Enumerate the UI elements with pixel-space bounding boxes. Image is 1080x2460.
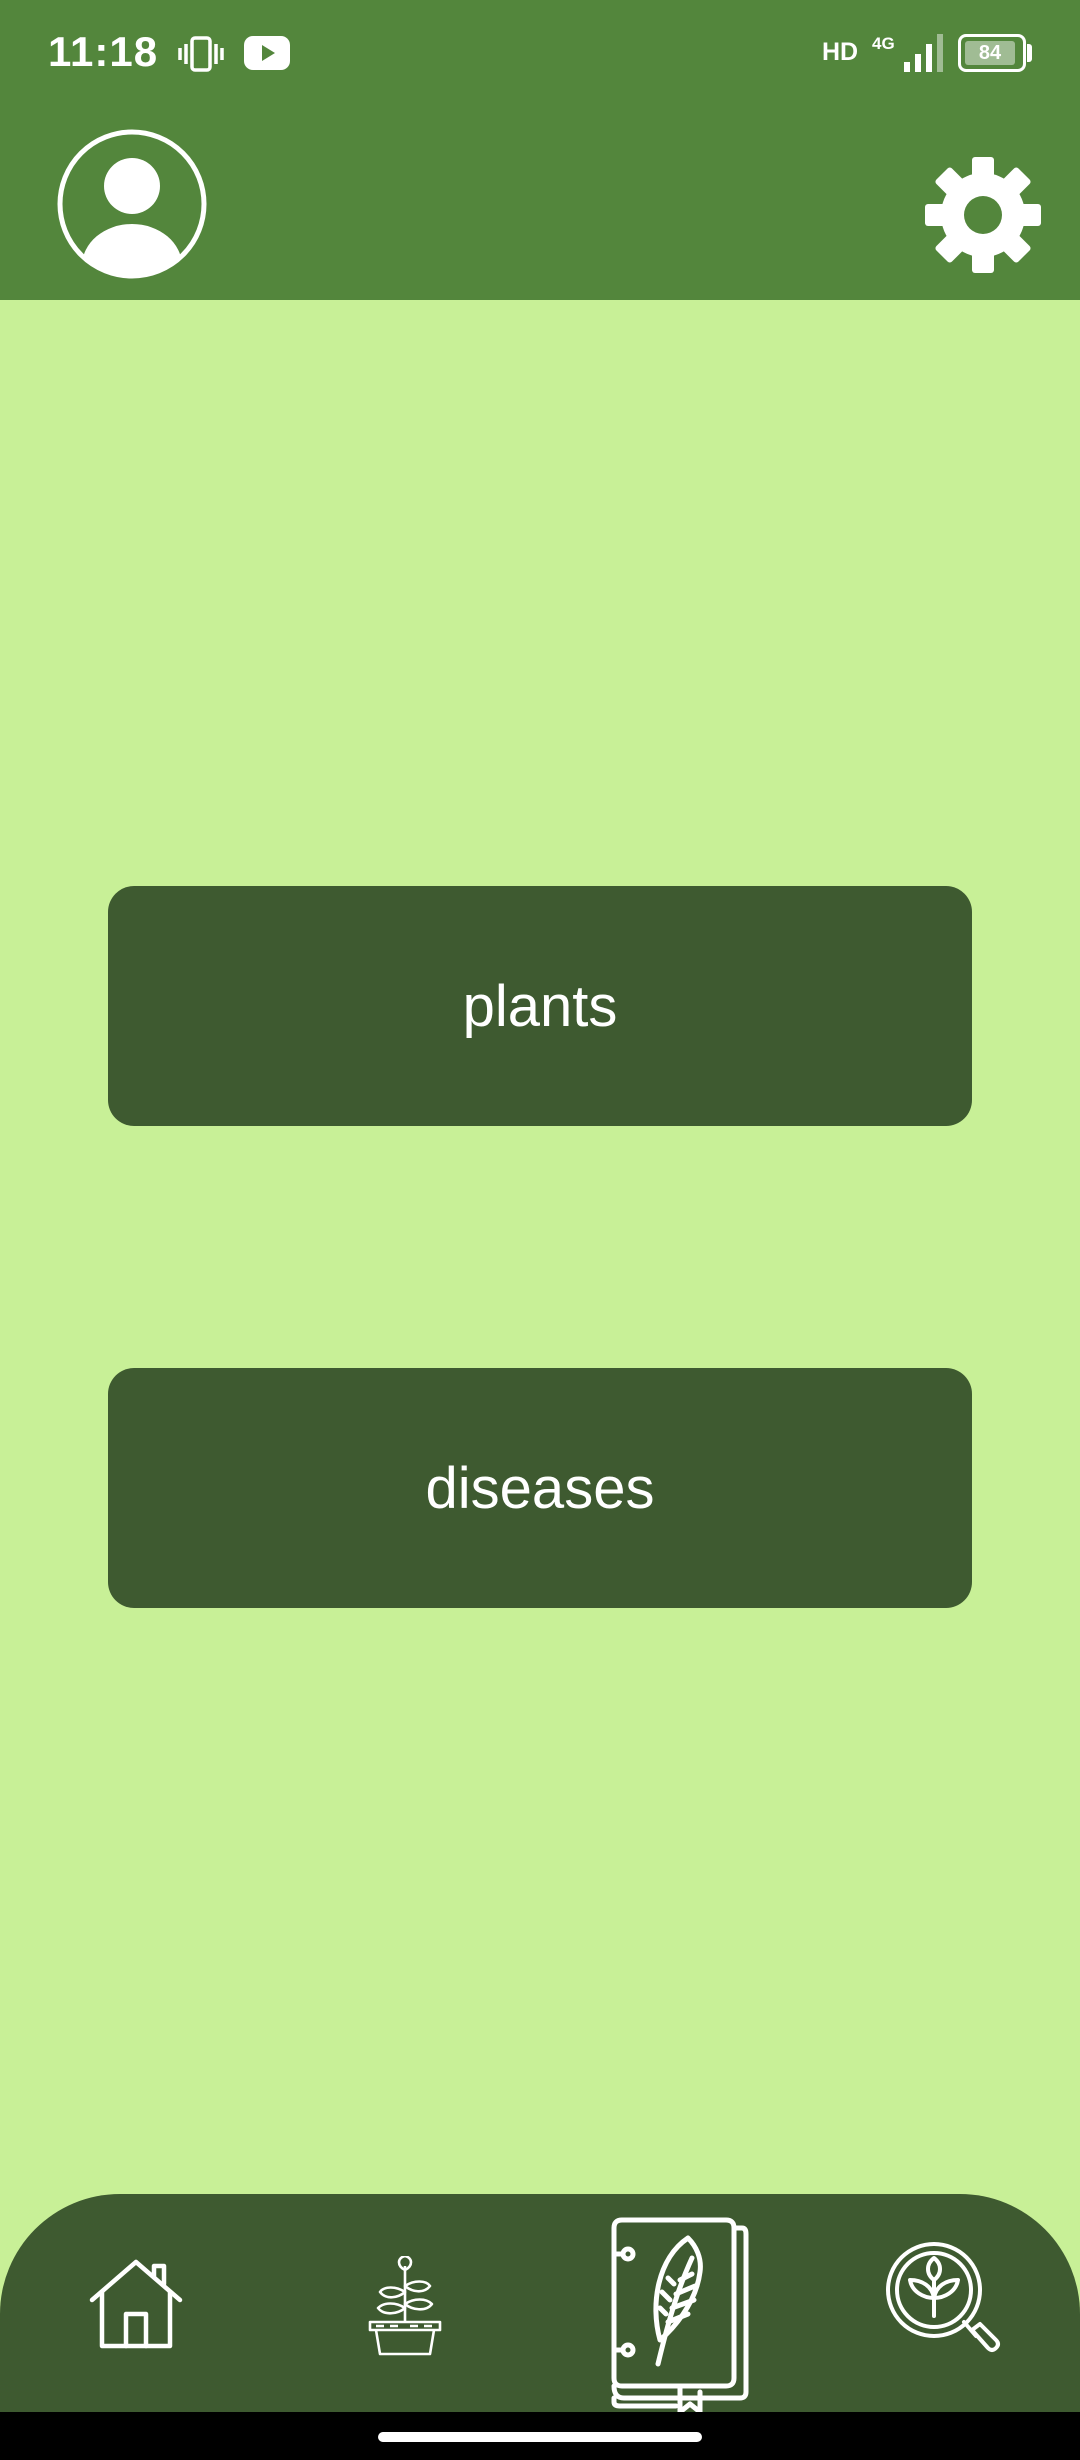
profile-button[interactable] (56, 128, 208, 280)
signal-icon (904, 34, 943, 72)
system-gesture-bar (0, 2412, 1080, 2460)
battery-tip (1027, 44, 1032, 62)
diseases-button[interactable]: diseases (108, 1368, 972, 1608)
potted-plant-icon (368, 2254, 442, 2356)
youtube-icon (244, 36, 290, 70)
nav-home[interactable] (86, 2254, 186, 2354)
diseases-button-label: diseases (425, 1455, 655, 1521)
hd-indicator: HD (822, 38, 859, 66)
nav-plants[interactable] (364, 2254, 446, 2356)
app-header: 11:18 HD 4G 84 (0, 0, 1080, 300)
plants-button[interactable]: plants (108, 886, 972, 1126)
nav-scan[interactable] (884, 2240, 1004, 2360)
person-circle-icon (57, 129, 207, 279)
settings-button[interactable] (920, 152, 1046, 278)
battery-icon: 84 (958, 34, 1026, 72)
home-gesture-handle[interactable] (378, 2432, 702, 2442)
nav-library[interactable] (600, 2214, 750, 2415)
status-bar: 11:18 HD 4G 84 (0, 0, 1080, 110)
battery-level: 84 (965, 41, 1015, 65)
status-time: 11:18 (48, 28, 159, 75)
bottom-nav (0, 2194, 1080, 2415)
vibrate-icon (178, 36, 224, 72)
plants-button-label: plants (462, 973, 618, 1039)
leaf-book-icon (611, 2217, 749, 2415)
home-icon (89, 2259, 183, 2349)
gear-icon (925, 157, 1041, 273)
plant-search-icon (886, 2242, 1000, 2352)
network-type: 4G (872, 34, 895, 53)
